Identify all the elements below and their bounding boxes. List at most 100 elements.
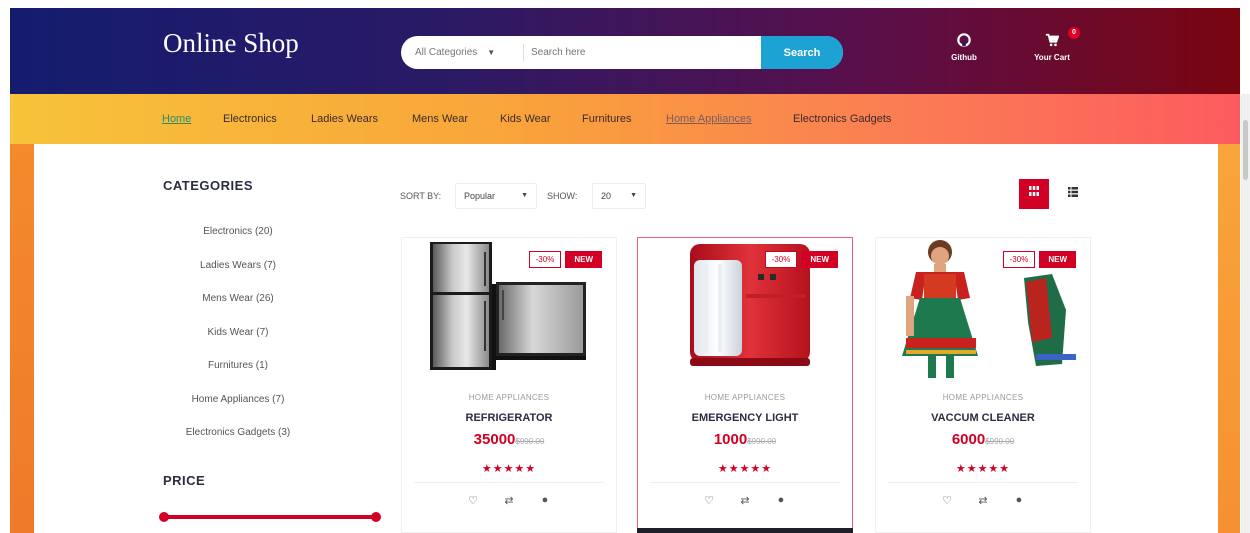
price-slider-min-handle[interactable]	[159, 512, 169, 522]
search-bar: All Categories ▼ Search	[401, 36, 843, 69]
product-divider	[414, 482, 604, 483]
scrollbar-thumb[interactable]	[1243, 120, 1248, 180]
category-item[interactable]: Furnitures (1)	[163, 360, 313, 394]
product-actions: ♡ ⇄ ●	[876, 494, 1090, 507]
nav-item-electronics-gadgets[interactable]: Electronics Gadgets	[793, 113, 891, 125]
price-heading: PRICE	[163, 473, 206, 488]
grid-view-button[interactable]	[1019, 179, 1049, 209]
price-slider-track	[163, 515, 377, 519]
search-divider	[523, 44, 524, 61]
new-badge: NEW	[565, 251, 602, 268]
product-price: 35000$990.00	[402, 431, 616, 449]
nav-item-mens-wear[interactable]: Mens Wear	[412, 113, 468, 125]
add-to-cart-bar[interactable]	[637, 528, 853, 533]
product-rating-stars: ★★★★★	[481, 463, 537, 475]
product-rating-stars: ★★★★★	[955, 463, 1011, 475]
main-nav: Home Electronics Ladies Wears Mens Wear …	[10, 94, 1240, 144]
product-card[interactable]: -30% NEW HOME APPLIANCES VACCUM CLEANER …	[875, 237, 1091, 533]
eye-icon[interactable]: ●	[773, 494, 789, 507]
product-labels: -30% NEW	[528, 251, 602, 268]
product-name[interactable]: VACCUM CLEANER	[876, 412, 1090, 424]
category-item[interactable]: Mens Wear (26)	[163, 293, 313, 327]
category-item[interactable]: Ladies Wears (7)	[163, 260, 313, 294]
category-list: Electronics (20) Ladies Wears (7) Mens W…	[163, 226, 313, 461]
sort-select[interactable]: Popular ▼	[455, 183, 537, 209]
product-labels: -30% NEW	[764, 251, 838, 268]
nav-item-home-appliances[interactable]: Home Appliances	[666, 113, 752, 125]
product-old-price: $990.00	[985, 437, 1015, 446]
sale-badge: -30%	[764, 251, 798, 268]
product-actions: ♡ ⇄ ●	[402, 494, 616, 507]
category-item[interactable]: Electronics (20)	[163, 226, 313, 260]
list-view-button[interactable]	[1060, 179, 1086, 209]
product-price: 6000$990.00	[876, 431, 1090, 449]
price-slider-max-handle[interactable]	[371, 512, 381, 522]
compare-icon[interactable]: ⇄	[501, 494, 517, 507]
sort-select-value: Popular	[464, 191, 496, 201]
nav-item-kids-wear[interactable]: Kids Wear	[500, 113, 551, 125]
show-label: SHOW:	[547, 191, 578, 201]
product-actions: ♡ ⇄ ●	[638, 494, 852, 507]
show-select[interactable]: 20 ▼	[592, 183, 646, 209]
product-old-price: $990.00	[747, 437, 777, 446]
product-current-price: 35000	[473, 431, 516, 448]
categories-heading: CATEGORIES	[163, 178, 253, 193]
product-old-price: $990.00	[515, 437, 545, 446]
github-icon	[944, 33, 984, 50]
header: Online Shop All Categories ▼ Search Githu…	[10, 8, 1240, 94]
product-current-price: 6000	[951, 431, 986, 448]
sale-badge: -30%	[528, 251, 562, 268]
github-label: Github	[951, 53, 977, 62]
heart-icon[interactable]: ♡	[701, 494, 717, 507]
show-select-value: 20	[601, 191, 612, 201]
product-category: HOME APPLIANCES	[468, 393, 550, 402]
product-divider	[650, 482, 840, 483]
search-button[interactable]: Search	[761, 36, 843, 69]
heart-icon[interactable]: ♡	[939, 494, 955, 507]
product-labels: -30% NEW	[1002, 251, 1076, 268]
category-item[interactable]: Home Appliances (7)	[163, 394, 313, 428]
chevron-down-icon: ▼	[630, 192, 637, 199]
category-select[interactable]: All Categories ▼	[415, 36, 495, 69]
list-icon	[1068, 187, 1078, 200]
nav-item-home[interactable]: Home	[162, 113, 191, 125]
product-current-price: 1000	[713, 431, 748, 448]
cart-count-badge: 0	[1068, 27, 1080, 39]
right-side-strip	[1218, 144, 1240, 533]
category-select-label: All Categories	[415, 47, 478, 58]
left-side-strip	[10, 144, 34, 533]
grid-icon	[1029, 186, 1039, 199]
product-price: 1000$990.00	[638, 431, 852, 449]
logo[interactable]: Online Shop	[163, 28, 299, 59]
github-link[interactable]: Github	[944, 33, 984, 62]
category-item[interactable]: Kids Wear (7)	[163, 327, 313, 361]
new-badge: NEW	[801, 251, 838, 268]
product-name[interactable]: REFRIGERATOR	[402, 412, 616, 424]
sale-badge: -30%	[1002, 251, 1036, 268]
product-name[interactable]: EMERGENCY LIGHT	[638, 412, 852, 424]
compare-icon[interactable]: ⇄	[975, 494, 991, 507]
chevron-down-icon: ▼	[487, 48, 496, 57]
sort-label: SORT BY:	[400, 191, 442, 201]
product-rating-stars: ★★★★★	[717, 463, 773, 475]
nav-item-ladies-wears[interactable]: Ladies Wears	[311, 113, 378, 125]
cart-link[interactable]: Your Cart 0	[1024, 27, 1080, 62]
product-category: HOME APPLIANCES	[704, 393, 786, 402]
category-item[interactable]: Electronics Gadgets (3)	[163, 427, 313, 461]
cart-label: Your Cart	[1034, 53, 1070, 62]
search-input[interactable]	[531, 36, 761, 69]
new-badge: NEW	[1039, 251, 1076, 268]
product-card[interactable]: -30% NEW HOME APPLIANCES REFRIGERATOR 35…	[401, 237, 617, 533]
chevron-down-icon: ▼	[521, 192, 528, 199]
price-slider[interactable]	[159, 512, 381, 522]
page: Online Shop All Categories ▼ Search Githu…	[0, 0, 1250, 533]
product-card[interactable]: -30% NEW HOME APPLIANCES EMERGENCY LIGHT…	[637, 237, 853, 533]
eye-icon[interactable]: ●	[1011, 494, 1027, 507]
eye-icon[interactable]: ●	[537, 494, 553, 507]
heart-icon[interactable]: ♡	[465, 494, 481, 507]
nav-item-furnitures[interactable]: Furnitures	[582, 113, 632, 125]
product-divider	[888, 482, 1078, 483]
nav-item-electronics[interactable]: Electronics	[223, 113, 277, 125]
product-category: HOME APPLIANCES	[942, 393, 1024, 402]
compare-icon[interactable]: ⇄	[737, 494, 753, 507]
